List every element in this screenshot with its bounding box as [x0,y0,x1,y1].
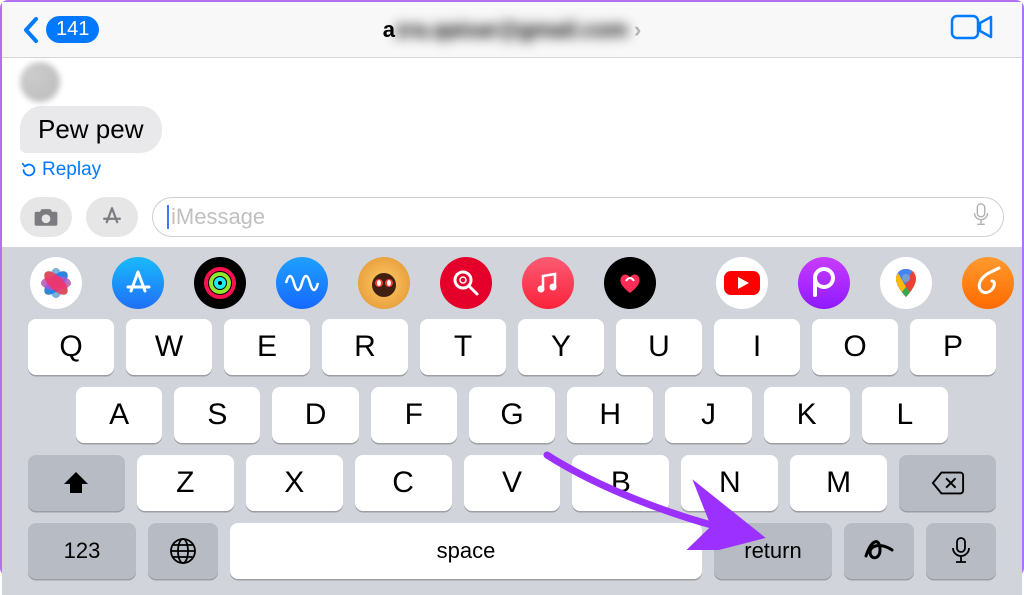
shift-icon [61,468,91,498]
apps-button[interactable] [86,197,138,237]
chevron-right-icon: › [634,17,641,43]
back-chevron-icon [22,15,42,45]
key-row-4: 123 space return [2,523,1022,595]
garageband-app[interactable] [962,257,1014,309]
keyboard: Q W E R T Y U I O P A S D F G H J K L Z … [2,247,1022,595]
key-e[interactable]: E [224,319,310,375]
received-message-bubble[interactable]: Pew pew [20,106,162,153]
fitness-app[interactable] [194,257,246,309]
app-store-app[interactable] [112,257,164,309]
conversation-area: Pew pew Replay [2,58,1022,181]
key-q[interactable]: Q [28,319,114,375]
memoji-app[interactable] [358,257,410,309]
key-x[interactable]: X [246,455,343,511]
camera-icon [32,203,60,231]
key-l[interactable]: L [862,387,948,443]
key-w[interactable]: W [126,319,212,375]
microphone-icon [971,202,991,228]
key-p[interactable]: P [910,319,996,375]
key-j[interactable]: J [665,387,751,443]
contact-prefix: a [383,17,395,43]
dictation-button[interactable] [971,202,991,233]
input-placeholder: iMessage [171,204,265,230]
scribble-icon [862,534,896,568]
key-z[interactable]: Z [137,455,234,511]
scribble-key[interactable] [844,523,914,579]
key-v[interactable]: V [464,455,561,511]
youtube-app[interactable] [716,257,768,309]
video-camera-icon [950,12,994,42]
facetime-button[interactable] [950,12,994,47]
key-k[interactable]: K [764,387,850,443]
replay-button[interactable]: Replay [20,159,1004,181]
message-input[interactable]: iMessage [152,197,1004,237]
contact-title[interactable]: azra.qaisar@gmail.com › [383,17,642,43]
shift-key[interactable] [28,455,125,511]
back-button[interactable]: 141 [22,15,99,45]
avatar[interactable] [20,62,60,102]
backspace-key[interactable] [899,455,996,511]
microphone-icon [950,536,972,566]
key-t[interactable]: T [420,319,506,375]
app-strip [2,257,1022,319]
nav-header: 141 azra.qaisar@gmail.com › [2,2,1022,58]
text-cursor [167,205,169,229]
composer-bar: iMessage [2,189,1022,247]
key-n[interactable]: N [681,455,778,511]
search-app[interactable] [440,257,492,309]
globe-key[interactable] [148,523,218,579]
digital-touch-app[interactable] [604,257,656,309]
unread-badge: 141 [46,16,99,43]
key-c[interactable]: C [355,455,452,511]
numbers-key[interactable]: 123 [28,523,136,579]
key-s[interactable]: S [174,387,260,443]
replay-icon [20,161,38,179]
key-d[interactable]: D [272,387,358,443]
app-store-icon [98,203,126,231]
key-o[interactable]: O [812,319,898,375]
globe-icon [168,536,198,566]
key-i[interactable]: I [714,319,800,375]
key-row-1: Q W E R T Y U I O P [2,319,1022,387]
picsart-app[interactable] [798,257,850,309]
key-m[interactable]: M [790,455,887,511]
backspace-icon [931,469,965,497]
music-app[interactable] [522,257,574,309]
key-h[interactable]: H [567,387,653,443]
key-a[interactable]: A [76,387,162,443]
key-b[interactable]: B [572,455,669,511]
key-u[interactable]: U [616,319,702,375]
voice-memos-app[interactable] [276,257,328,309]
replay-label: Replay [42,159,101,181]
key-y[interactable]: Y [518,319,604,375]
contact-blurred: zra.qaisar@gmail.com [395,17,628,43]
return-key[interactable]: return [714,523,832,579]
space-key[interactable]: space [230,523,702,579]
key-row-3: Z X C V B N M [2,455,1022,523]
photos-app[interactable] [30,257,82,309]
key-row-2: A S D F G H J K L [2,387,1022,455]
camera-button[interactable] [20,197,72,237]
key-g[interactable]: G [469,387,555,443]
key-f[interactable]: F [371,387,457,443]
dictation-key[interactable] [926,523,996,579]
google-maps-app[interactable] [880,257,932,309]
key-r[interactable]: R [322,319,408,375]
